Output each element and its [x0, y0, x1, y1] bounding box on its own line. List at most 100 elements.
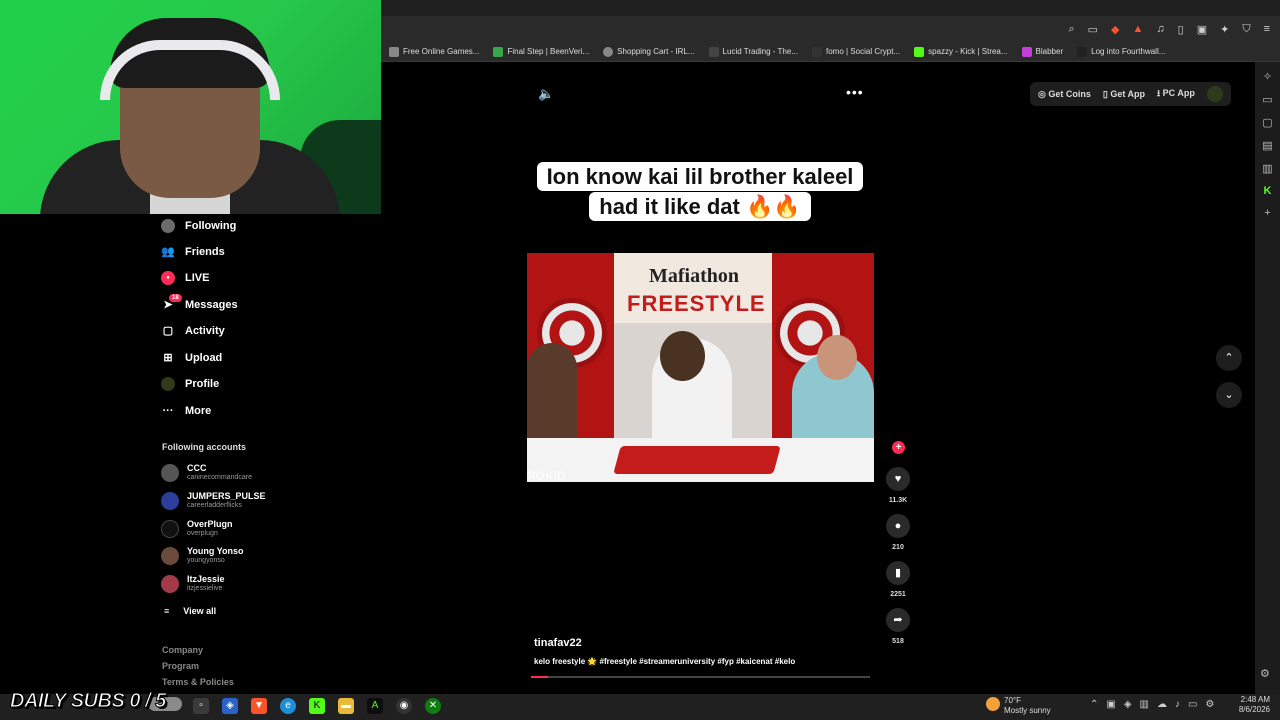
gear-icon[interactable]: ⚙: [1260, 667, 1270, 680]
list-icon: ≡: [164, 606, 170, 616]
edge-browser-icon[interactable]: e: [280, 698, 296, 714]
footer-terms-link[interactable]: Terms & Policies: [162, 677, 234, 687]
task-view-icon[interactable]: ▫: [193, 698, 209, 714]
add-panel-icon[interactable]: +: [1264, 207, 1270, 219]
following-account[interactable]: Young Yonso youngyonso: [161, 546, 244, 565]
avatar: [161, 491, 179, 510]
nav-profile[interactable]: Profile: [161, 377, 219, 391]
weather-widget[interactable]: 70°F Mostly sunny: [1004, 696, 1051, 716]
bookmark-item[interactable]: Lucid Trading - The...: [708, 46, 798, 57]
upload-icon: ⊞: [163, 352, 173, 364]
brave-browser-icon[interactable]: ▼: [251, 698, 267, 714]
bookmark-favicon-icon: [1077, 46, 1088, 57]
view-all-link[interactable]: ≡ View all: [164, 606, 216, 616]
leo-ai-icon[interactable]: ✧: [1263, 70, 1272, 83]
media-icon[interactable]: ♫: [1156, 23, 1164, 35]
avatar: [161, 519, 179, 538]
video-banner-title: Mafiathon: [649, 265, 739, 287]
video-player[interactable]: Mafiathon FREESTYLE ROKID: [527, 253, 874, 482]
nav-label: Upload: [185, 352, 223, 364]
bookmark-favicon-icon: [493, 46, 504, 57]
follow-button[interactable]: +: [892, 441, 905, 454]
terminal-icon[interactable]: A: [367, 698, 383, 714]
like-button[interactable]: ♥: [886, 467, 910, 491]
nav-upload[interactable]: ⊞ Upload: [161, 351, 222, 365]
get-app-button[interactable]: ▯ Get App: [1103, 89, 1145, 100]
clock-time: 2:48 AM: [1240, 695, 1270, 704]
brave-rewards-icon[interactable]: ▲: [1133, 23, 1144, 35]
account-name: ItzJessie: [187, 574, 225, 584]
nav-following[interactable]: Following: [161, 219, 236, 233]
video-table-logo: [613, 446, 781, 474]
bookmark-label: spazzy - Kick | Strea...: [928, 47, 1008, 56]
nav-messages[interactable]: ➤ 18 Messages: [161, 294, 238, 312]
bookmark-item[interactable]: Shopping Cart - IRL...: [603, 46, 695, 57]
bookmark-item[interactable]: spazzy - Kick | Strea...: [914, 46, 1008, 57]
bookmark-icon[interactable]: ▤: [1262, 139, 1272, 152]
reading-list-icon[interactable]: ▥: [1262, 162, 1272, 175]
bookmarks-bar: Free Online Games... Final Step | BeenVe…: [381, 42, 1280, 62]
bookmark-favicon-icon: [708, 46, 719, 57]
video-author[interactable]: tinafav22: [534, 637, 582, 649]
video-progress-bar[interactable]: [531, 676, 870, 678]
top-actions-bar: ◎ Get Coins ▯ Get App ⭳ PC App: [1030, 82, 1231, 106]
video-person-center-head: [660, 331, 705, 381]
obs-icon[interactable]: ◉: [396, 698, 412, 714]
video-progress-fill: [531, 676, 548, 678]
wallet-icon[interactable]: ▣: [1197, 23, 1207, 36]
account-handle: overplugn: [187, 530, 218, 537]
bookmark-item[interactable]: Blabber: [1021, 46, 1063, 57]
bookmark-item[interactable]: Final Step | BeenVeri...: [493, 46, 589, 57]
sidebar-toggle-icon[interactable]: ▯: [1178, 23, 1184, 36]
footer-program-link[interactable]: Program: [162, 661, 199, 671]
next-video-button[interactable]: ⌄: [1216, 382, 1242, 408]
vpn-icon[interactable]: ⛉: [1242, 23, 1250, 36]
taskbar-clock[interactable]: 2:48 AM 8/6/2026: [1228, 695, 1270, 715]
leo-icon[interactable]: ✦: [1220, 23, 1229, 36]
comment-button[interactable]: ●: [886, 514, 910, 538]
account-handle: caninecommandcare: [187, 474, 252, 481]
bookmark-item[interactable]: fomo | Social Crypt...: [812, 46, 900, 57]
search-icon[interactable]: ⌕: [1068, 23, 1074, 36]
pc-app-button[interactable]: ⭳ PC App: [1157, 86, 1195, 102]
following-account[interactable]: ItzJessie itzjessielive: [161, 574, 225, 593]
nav-friends[interactable]: 👥 Friends: [161, 245, 225, 259]
kick-app-icon[interactable]: K: [309, 698, 325, 714]
nav-live[interactable]: ● LIVE: [161, 271, 209, 285]
nav-label: Profile: [185, 378, 220, 390]
following-account[interactable]: CCC caninecommandcare: [161, 463, 252, 482]
following-account[interactable]: JUMPERS_PULSE careerladderflicks: [161, 491, 266, 510]
clock-date: 8/6/2026: [1238, 705, 1270, 714]
volume-icon[interactable]: 🔈: [538, 86, 554, 102]
nav-activity[interactable]: ▢ Activity: [161, 324, 225, 338]
get-app-label: Get App: [1110, 88, 1145, 99]
tabs-icon[interactable]: ▢: [1262, 116, 1272, 129]
coin-icon: ◎: [1038, 88, 1049, 99]
brave-shield-icon[interactable]: ◆: [1111, 23, 1119, 36]
account-name: CCC: [187, 463, 207, 473]
tv-icon[interactable]: ▭: [1262, 93, 1272, 106]
previous-video-button[interactable]: ⌃: [1216, 345, 1242, 371]
following-account[interactable]: OverPlugn overplugn: [161, 519, 233, 538]
bookmark-favicon-icon: [1021, 46, 1032, 57]
bookmark-item[interactable]: Log into Fourthwall...: [1077, 46, 1165, 57]
footer-company-link[interactable]: Company: [162, 645, 203, 655]
user-avatar[interactable]: [1206, 86, 1223, 102]
get-coins-button[interactable]: ◎ Get Coins: [1038, 89, 1091, 100]
share-icon: ➦: [893, 614, 903, 626]
file-explorer-icon[interactable]: ▬: [338, 698, 354, 714]
cast-icon[interactable]: ▭: [1088, 23, 1098, 36]
system-tray[interactable]: ⌃▣◈▥☁♪▭⚙: [1090, 699, 1222, 710]
view-all-label: View all: [183, 606, 217, 616]
save-button[interactable]: ▮: [886, 561, 910, 585]
more-options-icon[interactable]: •••: [846, 84, 864, 100]
nav-label: LIVE: [185, 272, 210, 284]
bookmark-item[interactable]: Free Online Games...: [389, 46, 479, 57]
xbox-icon[interactable]: ✕: [425, 698, 441, 714]
bookmark-favicon-icon: [812, 46, 822, 57]
kick-icon[interactable]: K: [1264, 185, 1272, 197]
nav-more[interactable]: ··· More: [161, 404, 212, 418]
app-icon[interactable]: ◈: [222, 698, 238, 714]
share-button[interactable]: ➦: [886, 608, 910, 632]
menu-icon[interactable]: ≡: [1264, 23, 1270, 35]
